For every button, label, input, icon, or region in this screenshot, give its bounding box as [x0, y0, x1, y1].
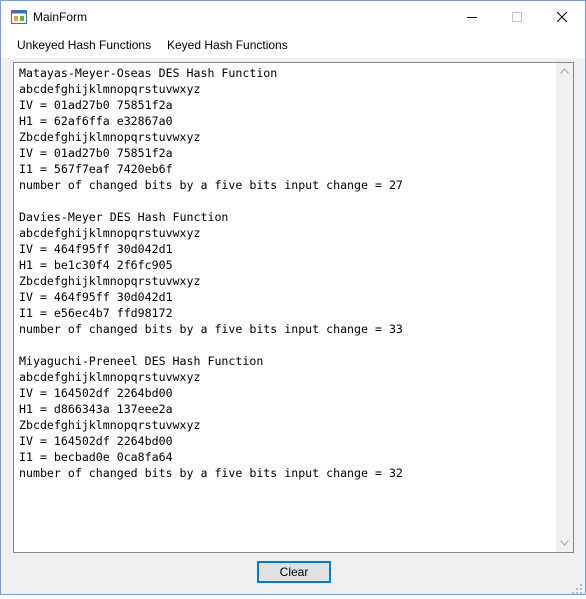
minimize-button[interactable]	[449, 1, 494, 33]
output-line: Zbcdefghijklmnopqrstuvwxyz	[19, 130, 201, 144]
output-line: IV = 464f95ff 30d042d1	[19, 290, 173, 304]
main-window: MainForm Unkeyed Hash Functions Keyed Ha…	[0, 0, 586, 595]
output-line: I1 = becbad0e 0ca8fa64	[19, 450, 173, 464]
menu-bar: Unkeyed Hash Functions Keyed Hash Functi…	[1, 33, 585, 58]
output-line: Zbcdefghijklmnopqrstuvwxyz	[19, 274, 201, 288]
close-icon	[556, 9, 567, 25]
output-line: number of changed bits by a five bits in…	[19, 466, 403, 480]
maximize-button[interactable]	[494, 1, 539, 33]
output-line: IV = 464f95ff 30d042d1	[19, 242, 173, 256]
minimize-icon	[466, 9, 477, 25]
output-line: Zbcdefghijklmnopqrstuvwxyz	[19, 418, 201, 432]
output-line: abcdefghijklmnopqrstuvwxyz	[19, 370, 201, 384]
output-line: H1 = be1c30f4 2f6fc905	[19, 258, 173, 272]
close-button[interactable]	[539, 1, 584, 33]
output-line: Davies-Meyer DES Hash Function	[19, 210, 229, 224]
output-textbox[interactable]: Matayas-Meyer-Oseas DES Hash Function abc…	[13, 62, 574, 553]
output-line: H1 = d866343a 137eee2a	[19, 402, 173, 416]
scroll-up-arrow[interactable]	[556, 63, 573, 80]
title-bar[interactable]: MainForm	[1, 1, 585, 33]
window-title: MainForm	[33, 10, 88, 24]
output-line: IV = 01ad27b0 75851f2a	[19, 98, 173, 112]
chevron-down-icon	[560, 539, 569, 548]
resize-grip-icon[interactable]	[572, 581, 582, 594]
output-line: abcdefghijklmnopqrstuvwxyz	[19, 226, 201, 240]
menu-unkeyed-hash-functions[interactable]: Unkeyed Hash Functions	[17, 38, 151, 52]
output-line: Matayas-Meyer-Oseas DES Hash Function	[19, 66, 278, 80]
output-line: number of changed bits by a five bits in…	[19, 178, 403, 192]
output-line: H1 = 62af6ffa e32867a0	[19, 114, 173, 128]
maximize-icon	[511, 9, 522, 25]
clear-button[interactable]: Clear	[257, 561, 331, 583]
output-line: I1 = e56ec4b7 ffd98172	[19, 306, 173, 320]
chevron-up-icon	[560, 67, 569, 76]
output-line: IV = 01ad27b0 75851f2a	[19, 146, 173, 160]
app-form-icon	[11, 10, 27, 24]
output-line: I1 = 567f7eaf 7420eb6f	[19, 162, 173, 176]
vertical-scrollbar[interactable]	[556, 63, 573, 552]
menu-keyed-hash-functions[interactable]: Keyed Hash Functions	[167, 38, 288, 52]
output-line: Miyaguchi-Preneel DES Hash Function	[19, 354, 264, 368]
output-line: IV = 164502df 2264bd00	[19, 386, 173, 400]
output-line: abcdefghijklmnopqrstuvwxyz	[19, 82, 201, 96]
output-line: number of changed bits by a five bits in…	[19, 322, 403, 336]
output-text: Matayas-Meyer-Oseas DES Hash Function abc…	[19, 65, 555, 550]
scroll-down-arrow[interactable]	[556, 535, 573, 552]
output-line: IV = 164502df 2264bd00	[19, 434, 173, 448]
